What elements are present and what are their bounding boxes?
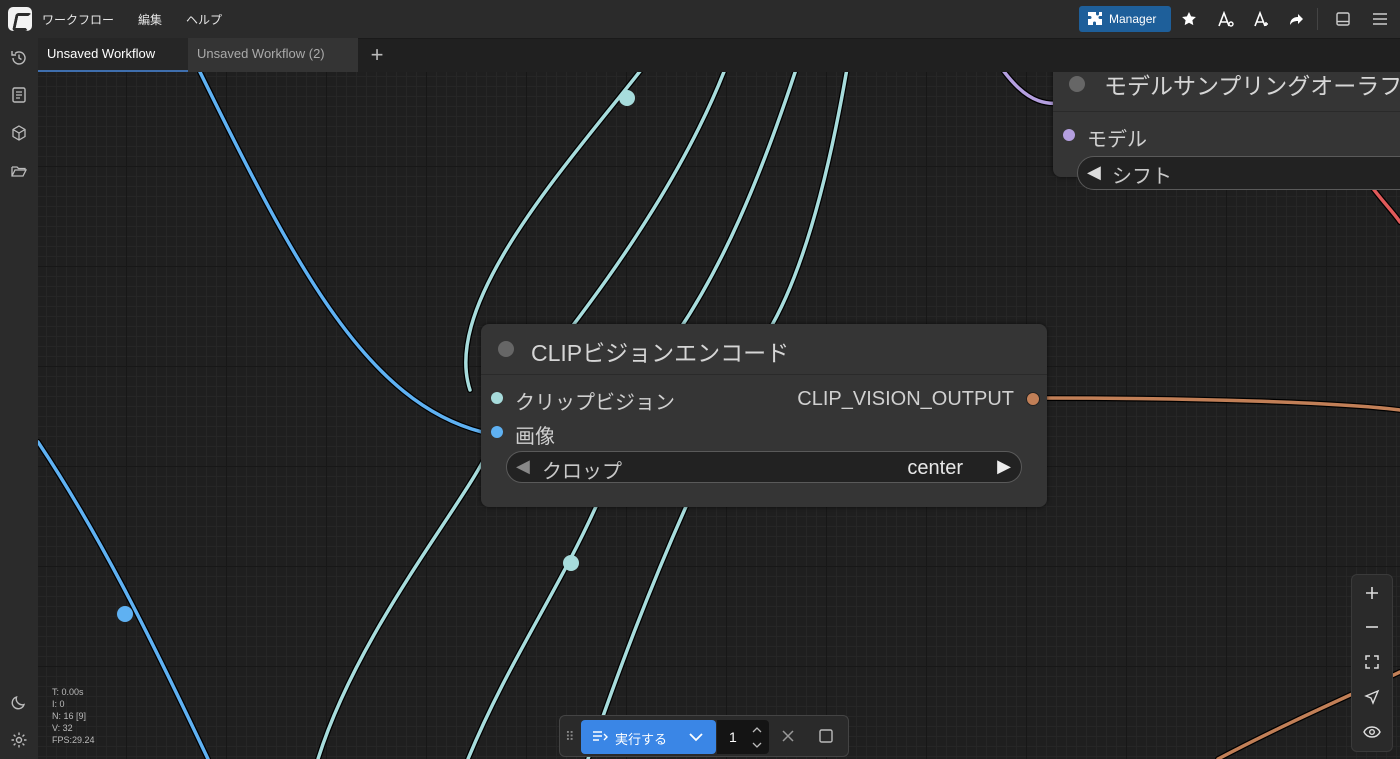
reroute-point — [563, 555, 579, 571]
crop-combo-widget[interactable]: ◀ クロップ center ▶ — [506, 451, 1022, 483]
shift-widget[interactable]: ◀ シフト — [1077, 156, 1400, 190]
stat-i: I: 0 — [52, 699, 65, 709]
top-bar: ワークフロー 編集 ヘルプ Manager — [0, 0, 1400, 39]
clip-vision-input-slot[interactable] — [491, 392, 503, 404]
zoom-in-icon[interactable] — [1360, 581, 1384, 605]
chevron-down-icon[interactable] — [752, 741, 762, 749]
image-input-label: 画像 — [515, 426, 555, 448]
menu-help[interactable]: ヘルプ — [186, 11, 222, 28]
model-input-slot[interactable] — [1063, 129, 1075, 141]
run-toolbar: ⠿ 実行する 1 — [559, 715, 849, 757]
app-logo[interactable] — [8, 7, 32, 31]
model-icon[interactable] — [1211, 7, 1239, 31]
chevron-down-icon[interactable] — [689, 731, 703, 743]
clip-vision-input-label: クリップビジョン — [515, 392, 675, 414]
select-mode-navigate-icon[interactable] — [1360, 685, 1384, 709]
node-collapse-dot[interactable] — [498, 341, 514, 357]
chevron-up-icon[interactable] — [752, 726, 762, 734]
render-stats: T: 0.00s I: 0 N: 16 [9] V: 32 FPS:29.24 — [52, 686, 95, 746]
batch-count-value: 1 — [729, 729, 737, 745]
fit-view-icon[interactable] — [1360, 650, 1384, 674]
toolbar-divider — [1317, 8, 1318, 30]
queue-icon — [593, 731, 608, 741]
crop-value: center — [907, 457, 963, 479]
add-tab-button[interactable]: + — [363, 42, 391, 68]
arrow-left-icon[interactable]: ◀ — [516, 456, 530, 477]
model-library-cube-icon[interactable] — [9, 123, 29, 143]
theme-moon-icon[interactable] — [9, 692, 29, 712]
reroute-point — [117, 606, 133, 622]
canvas-zoom-controls — [1351, 574, 1393, 752]
model-alt-icon[interactable] — [1247, 7, 1275, 31]
node-title: CLIPビジョンエンコード — [531, 340, 790, 366]
history-icon[interactable] — [9, 48, 29, 68]
stop-square-icon[interactable] — [818, 728, 834, 749]
model-link — [1002, 72, 1063, 106]
node-title: モデルサンプリングオーラフ — [1104, 73, 1400, 99]
toggle-links-eye-icon[interactable] — [1360, 720, 1384, 744]
title-divider — [1053, 111, 1400, 112]
puzzle-icon — [1088, 12, 1102, 25]
tab-unsaved-workflow[interactable]: Unsaved Workflow — [38, 38, 188, 72]
clip-vision-encode-node[interactable]: CLIPビジョンエンコード クリップビジョン CLIP_VISION_OUTPU… — [481, 324, 1047, 507]
cancel-x-icon[interactable] — [780, 728, 796, 749]
menu-workflow[interactable]: ワークフロー — [42, 11, 114, 28]
reroute-point — [619, 90, 635, 106]
model-input-label: モデル — [1087, 129, 1147, 151]
drag-handle-icon[interactable]: ⠿ — [565, 729, 574, 745]
menu-edit[interactable]: 編集 — [138, 11, 162, 28]
image-input-slot[interactable] — [491, 426, 503, 438]
stat-nodes: N: 16 [9] — [52, 711, 87, 721]
model-sampling-node[interactable]: モデルサンプリングオーラフ モデル ◀ シフト — [1053, 72, 1400, 190]
stat-fps: FPS:29.24 — [52, 735, 95, 745]
clip-vision-output-label: CLIP_VISION_OUTPUT — [797, 388, 1014, 410]
queue-run-button[interactable]: 実行する — [581, 720, 716, 754]
title-divider — [481, 374, 1047, 375]
panel-toggle-icon[interactable] — [1329, 7, 1357, 31]
batch-count-input[interactable]: 1 — [717, 720, 769, 754]
tab-unsaved-workflow-2[interactable]: Unsaved Workflow (2) — [188, 38, 358, 72]
run-label: 実行する — [615, 732, 668, 747]
manager-label: Manager — [1109, 12, 1157, 26]
stat-time: T: 0.00s — [52, 687, 84, 697]
shift-label: シフト — [1112, 166, 1172, 188]
clip-vision-output-slot[interactable] — [1026, 392, 1040, 406]
arrow-right-icon[interactable]: ▶ — [997, 456, 1011, 477]
manager-button[interactable]: Manager — [1079, 6, 1171, 32]
arrow-left-icon[interactable]: ◀ — [1087, 162, 1101, 183]
queue-list-icon[interactable] — [9, 85, 29, 105]
node-collapse-dot[interactable] — [1069, 76, 1085, 92]
left-sidebar — [0, 38, 39, 759]
image-link — [198, 72, 484, 434]
graph-canvas[interactable]: CLIPビジョンエンコード クリップビジョン CLIP_VISION_OUTPU… — [38, 72, 1400, 759]
star-icon[interactable] — [1175, 7, 1203, 31]
zoom-out-icon[interactable] — [1360, 615, 1384, 639]
share-icon[interactable] — [1283, 7, 1311, 31]
folder-open-icon[interactable] — [9, 161, 29, 181]
clip-output-link — [1036, 396, 1400, 412]
stat-v: V: 32 — [52, 723, 73, 733]
hamburger-menu-icon[interactable] — [1366, 7, 1394, 31]
crop-label: クロップ — [542, 461, 622, 483]
settings-gear-icon[interactable] — [9, 730, 29, 750]
